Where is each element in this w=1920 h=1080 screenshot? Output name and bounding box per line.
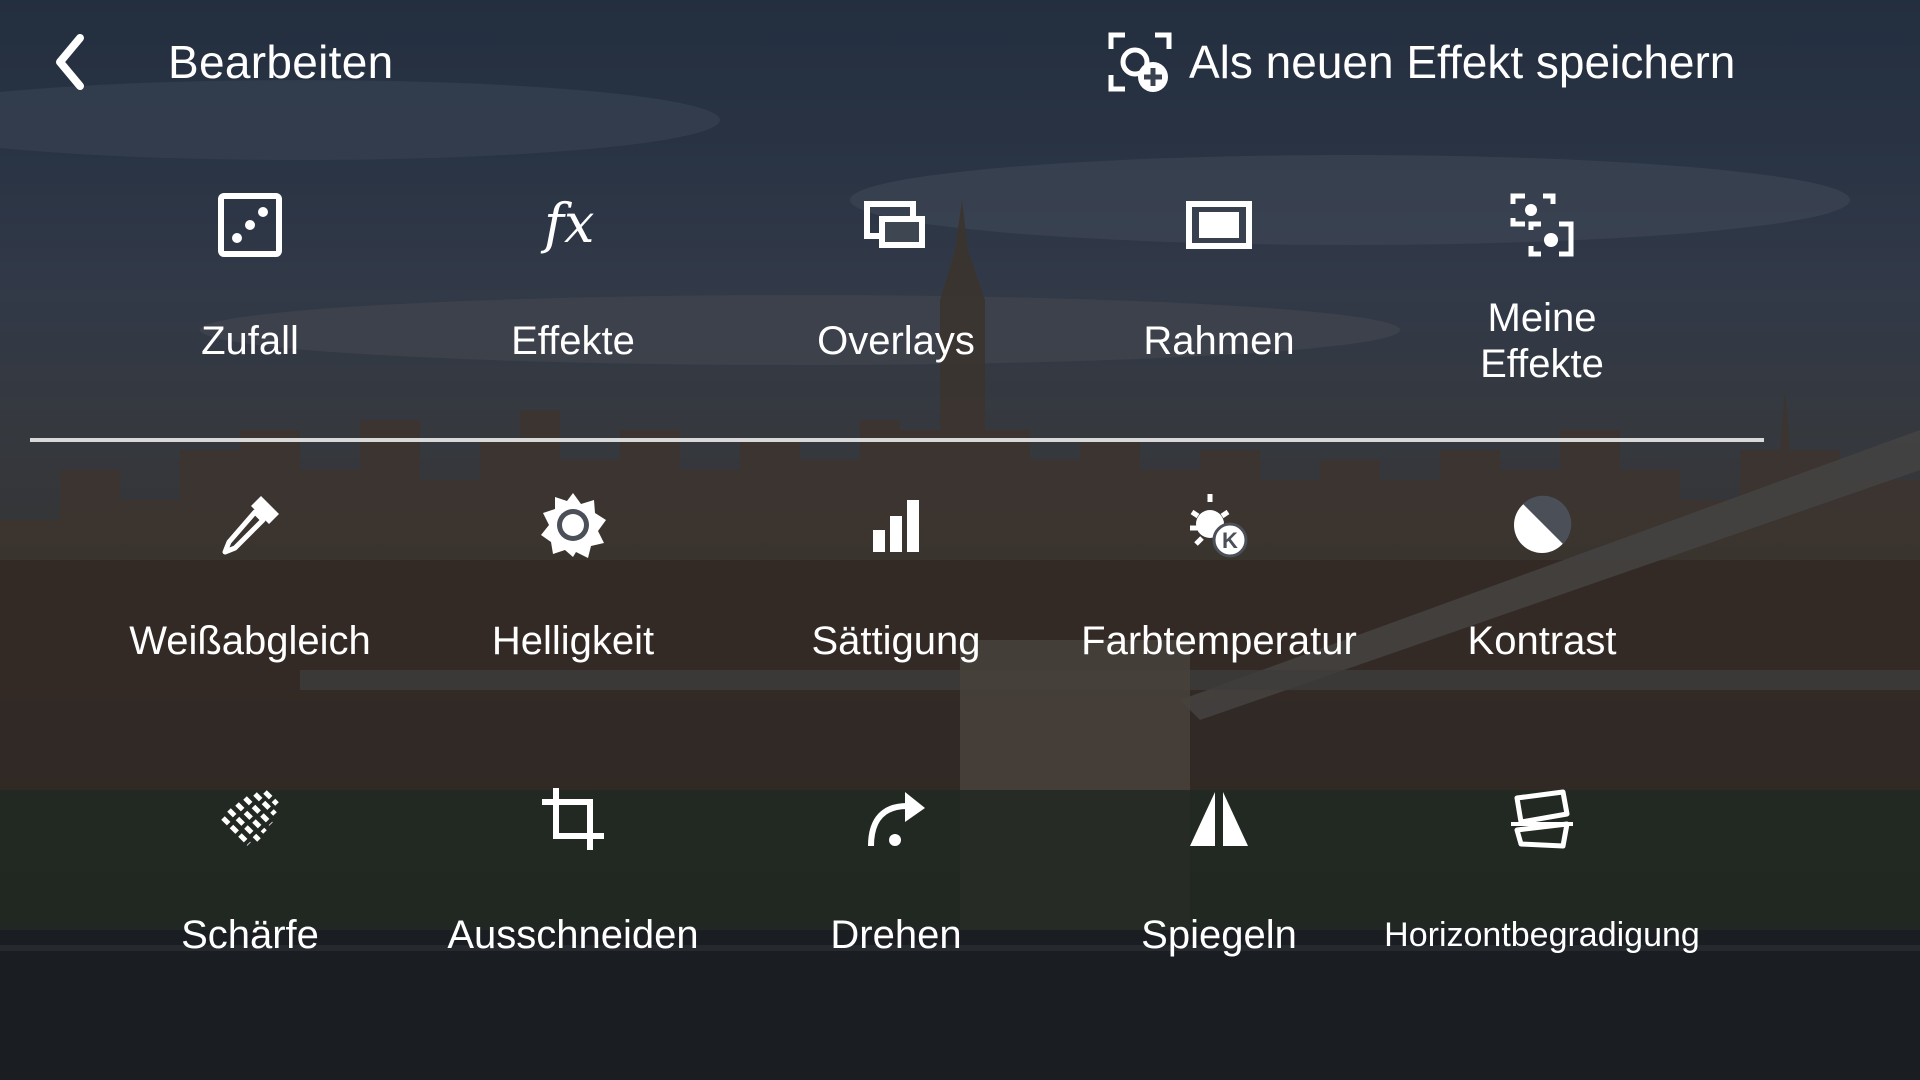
saturation-bars-icon	[858, 487, 934, 563]
tool-label: Horizontbegradigung	[1384, 916, 1700, 954]
top-bar: Bearbeiten Als neuen Effekt speichern	[0, 0, 1920, 125]
save-as-new-effect-button[interactable]: Als neuen Effekt speichern	[1105, 24, 1885, 100]
tool-label: Zufall	[201, 319, 299, 363]
section-divider	[30, 438, 1764, 442]
fx-icon: fx	[535, 187, 611, 263]
photo-editor-screen: Bearbeiten Als neuen Effekt speichern Zu…	[0, 0, 1920, 1080]
tool-label: Schärfe	[181, 913, 319, 957]
crop-icon	[535, 781, 611, 857]
contrast-icon	[1504, 487, 1580, 563]
straighten-icon	[1504, 781, 1580, 857]
tool-effects[interactable]: fx Effekte	[412, 187, 734, 401]
tool-label: Rahmen	[1143, 319, 1295, 363]
tool-random[interactable]: Zufall	[89, 187, 411, 401]
my-effects-icon	[1504, 187, 1580, 263]
save-effect-icon	[1108, 32, 1172, 92]
tool-saturation[interactable]: Sättigung	[735, 487, 1057, 681]
tool-mirror[interactable]: Spiegeln	[1058, 781, 1380, 975]
frame-icon	[1181, 187, 1257, 263]
tool-rotate[interactable]: Drehen	[735, 781, 1057, 975]
tool-straighten[interactable]: Horizontbegradigung	[1381, 781, 1703, 975]
chevron-left-icon	[56, 34, 84, 90]
tool-label: Overlays	[817, 319, 975, 363]
tool-label: Ausschneiden	[447, 913, 699, 957]
dice-icon	[212, 187, 288, 263]
tool-label: Kontrast	[1467, 619, 1617, 663]
tool-overlays[interactable]: Overlays	[735, 187, 1057, 401]
tool-contrast[interactable]: Kontrast	[1381, 487, 1703, 681]
tool-white-balance[interactable]: Weißabgleich	[89, 487, 411, 681]
tool-label: Farbtemperatur	[1081, 619, 1357, 663]
sharpness-icon	[212, 781, 288, 857]
tool-label: Weißabgleich	[129, 619, 371, 663]
svg-text:K: K	[1222, 528, 1238, 553]
tool-sharpness[interactable]: Schärfe	[89, 781, 411, 975]
tool-label: Effekte	[511, 319, 635, 363]
tool-label: Spiegeln	[1141, 913, 1297, 957]
rotate-icon	[858, 781, 934, 857]
tool-label: Drehen	[830, 913, 962, 957]
overlays-icon	[858, 187, 934, 263]
page-title: Bearbeiten	[168, 36, 394, 88]
tool-label: Sättigung	[811, 619, 981, 663]
tool-label: Meine Effekte	[1480, 296, 1604, 386]
tool-frames[interactable]: Rahmen	[1058, 187, 1380, 401]
eyedropper-icon	[212, 487, 288, 563]
tool-color-temperature[interactable]: K Farbtemperatur	[1058, 487, 1380, 681]
tool-crop[interactable]: Ausschneiden	[412, 781, 734, 975]
mirror-icon	[1181, 781, 1257, 857]
svg-text:fx: fx	[540, 192, 594, 255]
brightness-icon	[535, 487, 611, 563]
color-temperature-icon: K	[1181, 487, 1257, 563]
save-as-new-effect-label: Als neuen Effekt speichern	[1189, 36, 1736, 88]
tool-brightness[interactable]: Helligkeit	[412, 487, 734, 681]
tool-label: Helligkeit	[491, 619, 655, 663]
tool-my-effects[interactable]: Meine Effekte	[1381, 187, 1703, 401]
